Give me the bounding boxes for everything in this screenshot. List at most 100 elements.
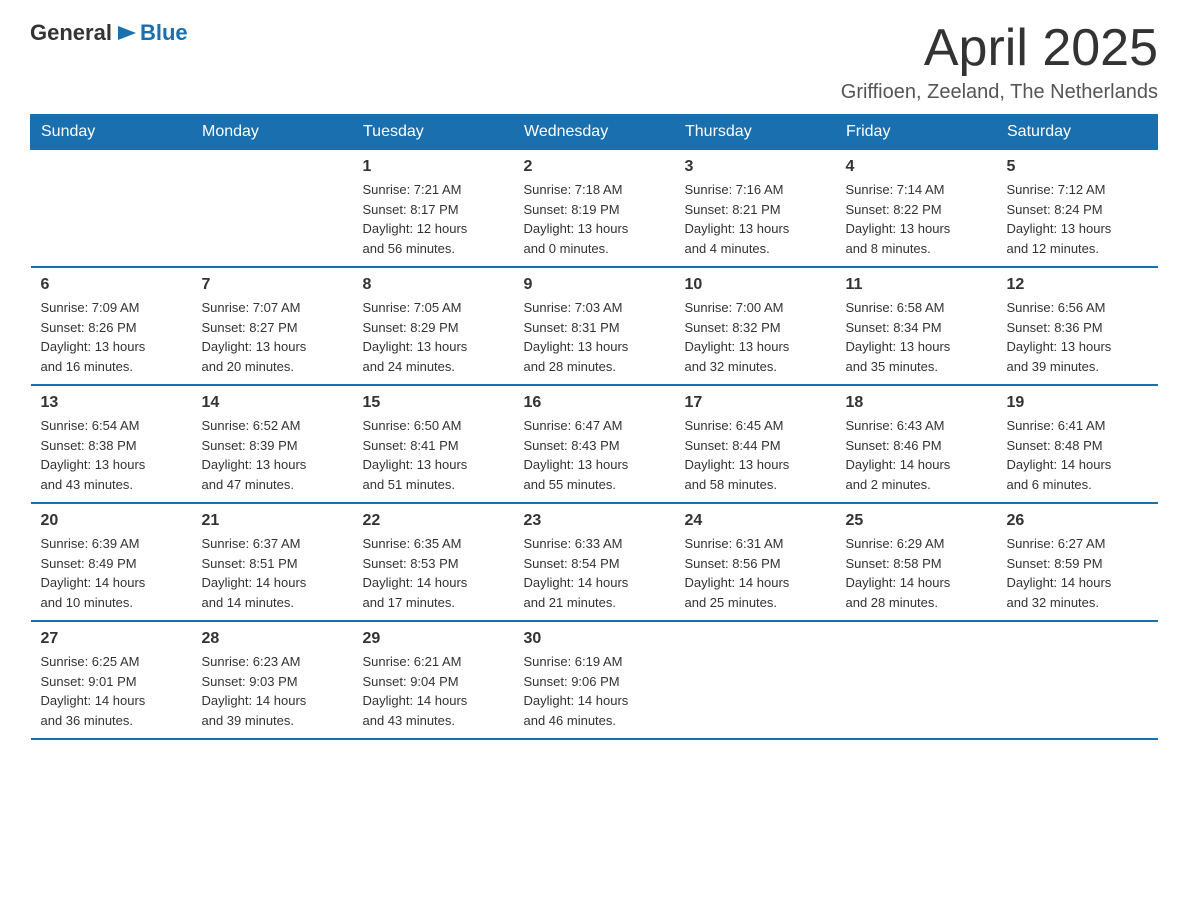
calendar-cell: 4 Sunrise: 7:14 AMSunset: 8:22 PMDaylight… [836, 150, 997, 268]
calendar-header: SundayMondayTuesdayWednesdayThursdayFrid… [31, 115, 1158, 150]
calendar-cell: 27 Sunrise: 6:25 AMSunset: 9:01 PMDayligh… [31, 621, 192, 739]
page-header: General Blue April 2025 Griffioen, Zeela… [30, 20, 1158, 104]
day-number: 14 [202, 394, 343, 412]
column-header-thursday: Thursday [675, 115, 836, 150]
day-info: Sunrise: 7:09 AMSunset: 8:26 PMDaylight:… [41, 298, 182, 376]
calendar-cell: 11 Sunrise: 6:58 AMSunset: 8:34 PMDayligh… [836, 267, 997, 385]
calendar-cell [836, 621, 997, 739]
calendar-cell: 15 Sunrise: 6:50 AMSunset: 8:41 PMDayligh… [353, 385, 514, 503]
day-info: Sunrise: 6:54 AMSunset: 8:38 PMDaylight:… [41, 416, 182, 494]
column-header-friday: Friday [836, 115, 997, 150]
calendar-cell: 18 Sunrise: 6:43 AMSunset: 8:46 PMDayligh… [836, 385, 997, 503]
column-header-sunday: Sunday [31, 115, 192, 150]
day-info: Sunrise: 6:45 AMSunset: 8:44 PMDaylight:… [685, 416, 826, 494]
calendar-cell: 9Sunrise: 7:03 AMSunset: 8:31 PMDaylight… [514, 267, 675, 385]
calendar-cell: 8 Sunrise: 7:05 AMSunset: 8:29 PMDaylight… [353, 267, 514, 385]
calendar-week-2: 6 Sunrise: 7:09 AMSunset: 8:26 PMDaylight… [31, 267, 1158, 385]
day-info: Sunrise: 7:03 AMSunset: 8:31 PMDaylight:… [524, 298, 665, 376]
calendar-cell: 28Sunrise: 6:23 AMSunset: 9:03 PMDayligh… [192, 621, 353, 739]
calendar-cell [31, 150, 192, 268]
day-number: 29 [363, 630, 504, 648]
day-info: Sunrise: 7:05 AMSunset: 8:29 PMDaylight:… [363, 298, 504, 376]
day-number: 22 [363, 512, 504, 530]
calendar-cell: 10Sunrise: 7:00 AMSunset: 8:32 PMDayligh… [675, 267, 836, 385]
calendar-cell: 20 Sunrise: 6:39 AMSunset: 8:49 PMDayligh… [31, 503, 192, 621]
calendar-week-4: 20 Sunrise: 6:39 AMSunset: 8:49 PMDayligh… [31, 503, 1158, 621]
day-info: Sunrise: 7:07 AMSunset: 8:27 PMDaylight:… [202, 298, 343, 376]
location-title: Griffioen, Zeeland, The Netherlands [841, 81, 1158, 104]
column-header-wednesday: Wednesday [514, 115, 675, 150]
day-number: 12 [1007, 276, 1148, 294]
month-title: April 2025 [841, 20, 1158, 77]
day-number: 6 [41, 276, 182, 294]
day-info: Sunrise: 6:19 AMSunset: 9:06 PMDaylight:… [524, 652, 665, 730]
day-info: Sunrise: 6:41 AMSunset: 8:48 PMDaylight:… [1007, 416, 1148, 494]
day-info: Sunrise: 6:21 AMSunset: 9:04 PMDaylight:… [363, 652, 504, 730]
day-info: Sunrise: 7:16 AMSunset: 8:21 PMDaylight:… [685, 180, 826, 258]
logo-general: General [30, 20, 112, 46]
day-number: 5 [1007, 158, 1148, 176]
day-number: 21 [202, 512, 343, 530]
day-info: Sunrise: 6:33 AMSunset: 8:54 PMDaylight:… [524, 534, 665, 612]
calendar-body: 1 Sunrise: 7:21 AMSunset: 8:17 PMDaylight… [31, 150, 1158, 740]
day-number: 1 [363, 158, 504, 176]
calendar-cell: 24 Sunrise: 6:31 AMSunset: 8:56 PMDayligh… [675, 503, 836, 621]
calendar-cell: 21 Sunrise: 6:37 AMSunset: 8:51 PMDayligh… [192, 503, 353, 621]
day-number: 16 [524, 394, 665, 412]
day-number: 13 [41, 394, 182, 412]
calendar-week-1: 1 Sunrise: 7:21 AMSunset: 8:17 PMDaylight… [31, 150, 1158, 268]
day-info: Sunrise: 6:37 AMSunset: 8:51 PMDaylight:… [202, 534, 343, 612]
calendar-cell: 6 Sunrise: 7:09 AMSunset: 8:26 PMDaylight… [31, 267, 192, 385]
day-info: Sunrise: 7:00 AMSunset: 8:32 PMDaylight:… [685, 298, 826, 376]
day-number: 24 [685, 512, 826, 530]
calendar-cell: 12 Sunrise: 6:56 AMSunset: 8:36 PMDayligh… [997, 267, 1158, 385]
day-number: 18 [846, 394, 987, 412]
calendar-cell: 16 Sunrise: 6:47 AMSunset: 8:43 PMDayligh… [514, 385, 675, 503]
day-number: 25 [846, 512, 987, 530]
day-number: 7 [202, 276, 343, 294]
title-section: April 2025 Griffioen, Zeeland, The Nethe… [841, 20, 1158, 104]
day-info: Sunrise: 6:50 AMSunset: 8:41 PMDaylight:… [363, 416, 504, 494]
day-number: 23 [524, 512, 665, 530]
calendar-cell: 25 Sunrise: 6:29 AMSunset: 8:58 PMDayligh… [836, 503, 997, 621]
calendar-cell: 3Sunrise: 7:16 AMSunset: 8:21 PMDaylight… [675, 150, 836, 268]
day-info: Sunrise: 6:29 AMSunset: 8:58 PMDaylight:… [846, 534, 987, 612]
day-info: Sunrise: 7:14 AMSunset: 8:22 PMDaylight:… [846, 180, 987, 258]
day-info: Sunrise: 6:31 AMSunset: 8:56 PMDaylight:… [685, 534, 826, 612]
calendar-cell: 30 Sunrise: 6:19 AMSunset: 9:06 PMDayligh… [514, 621, 675, 739]
day-info: Sunrise: 6:56 AMSunset: 8:36 PMDaylight:… [1007, 298, 1148, 376]
calendar-cell: 23 Sunrise: 6:33 AMSunset: 8:54 PMDayligh… [514, 503, 675, 621]
calendar-week-3: 13 Sunrise: 6:54 AMSunset: 8:38 PMDayligh… [31, 385, 1158, 503]
logo-blue: Blue [140, 20, 188, 46]
day-number: 19 [1007, 394, 1148, 412]
day-info: Sunrise: 6:47 AMSunset: 8:43 PMDaylight:… [524, 416, 665, 494]
day-info: Sunrise: 6:27 AMSunset: 8:59 PMDaylight:… [1007, 534, 1148, 612]
day-info: Sunrise: 6:58 AMSunset: 8:34 PMDaylight:… [846, 298, 987, 376]
column-header-tuesday: Tuesday [353, 115, 514, 150]
day-number: 11 [846, 276, 987, 294]
day-number: 30 [524, 630, 665, 648]
day-number: 27 [41, 630, 182, 648]
calendar-cell: 22Sunrise: 6:35 AMSunset: 8:53 PMDayligh… [353, 503, 514, 621]
logo: General Blue [30, 20, 188, 46]
calendar-cell [997, 621, 1158, 739]
day-number: 8 [363, 276, 504, 294]
day-number: 20 [41, 512, 182, 530]
day-info: Sunrise: 6:23 AMSunset: 9:03 PMDaylight:… [202, 652, 343, 730]
day-info: Sunrise: 6:39 AMSunset: 8:49 PMDaylight:… [41, 534, 182, 612]
calendar-week-5: 27 Sunrise: 6:25 AMSunset: 9:01 PMDayligh… [31, 621, 1158, 739]
column-header-saturday: Saturday [997, 115, 1158, 150]
calendar-cell [675, 621, 836, 739]
calendar-cell: 5Sunrise: 7:12 AMSunset: 8:24 PMDaylight… [997, 150, 1158, 268]
calendar-cell [192, 150, 353, 268]
calendar-cell: 1 Sunrise: 7:21 AMSunset: 8:17 PMDaylight… [353, 150, 514, 268]
day-number: 4 [846, 158, 987, 176]
calendar-cell: 14Sunrise: 6:52 AMSunset: 8:39 PMDayligh… [192, 385, 353, 503]
day-info: Sunrise: 6:43 AMSunset: 8:46 PMDaylight:… [846, 416, 987, 494]
day-info: Sunrise: 7:21 AMSunset: 8:17 PMDaylight:… [363, 180, 504, 258]
calendar-cell: 29 Sunrise: 6:21 AMSunset: 9:04 PMDayligh… [353, 621, 514, 739]
day-number: 15 [363, 394, 504, 412]
column-header-monday: Monday [192, 115, 353, 150]
calendar-cell: 7 Sunrise: 7:07 AMSunset: 8:27 PMDaylight… [192, 267, 353, 385]
day-info: Sunrise: 6:25 AMSunset: 9:01 PMDaylight:… [41, 652, 182, 730]
